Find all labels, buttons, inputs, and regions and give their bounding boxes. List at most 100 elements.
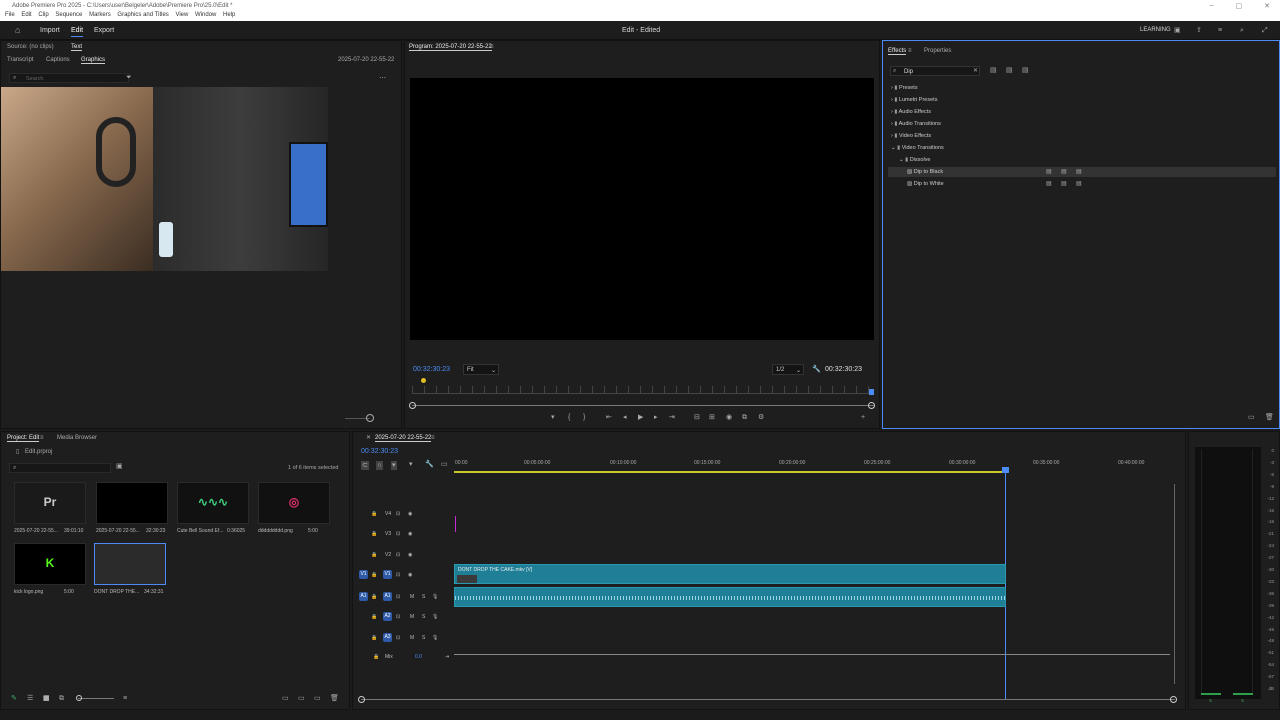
zoom-slider-handle[interactable] [366, 414, 374, 422]
panel-menu-icon[interactable]: ≡ [40, 435, 44, 441]
step-back-icon[interactable]: ◂ [623, 414, 627, 421]
effects-tree-row[interactable]: › ▮ Presets [891, 85, 918, 91]
mix-level-line[interactable] [454, 654, 1170, 655]
playhead-line[interactable] [1005, 468, 1006, 700]
mark-out-icon[interactable]: } [583, 414, 585, 421]
sort-icon[interactable]: ≡ [123, 695, 127, 702]
sync-lock-icon[interactable]: ⊡ [396, 531, 400, 537]
effects-tree-row[interactable]: ▨ Dip to Black ▤ ▤ ▤ [907, 169, 1082, 175]
add-marker-icon[interactable]: ▾ [391, 461, 397, 470]
tab-properties[interactable]: Properties [924, 48, 951, 54]
new-bin-icon[interactable]: ▭ [1248, 414, 1255, 421]
track-target-a1[interactable]: A1 [383, 592, 392, 601]
go-to-in-icon[interactable]: ⇤ [606, 414, 612, 421]
track-target-a2[interactable]: A2 [383, 612, 392, 621]
scroll-handle-left[interactable] [409, 402, 416, 409]
yuv-effects-icon[interactable]: ▤ [1022, 67, 1029, 74]
lock-icon[interactable]: 🔒 [371, 614, 377, 620]
eye-icon[interactable]: ◉ [408, 531, 412, 537]
solo-button[interactable]: S [422, 594, 425, 600]
program-ruler[interactable] [412, 386, 874, 394]
source-patch-v1[interactable]: V1 [359, 570, 368, 579]
playhead-handle[interactable] [1002, 467, 1009, 473]
program-monitor-title[interactable]: Program: 2025-07-20 22-55-22 [409, 44, 492, 51]
project-search-input[interactable]: ⌕ [9, 463, 111, 473]
menu-edit[interactable]: Edit [21, 12, 31, 18]
effects-tree-row[interactable]: ⌄ ▮ Video Transitions [891, 145, 944, 151]
pencil-icon[interactable]: ✎ [11, 695, 17, 702]
fit-select[interactable]: Fit ⌄ [463, 364, 499, 375]
track-target-v1[interactable]: V1 [383, 570, 392, 579]
filter-icon[interactable]: ⏷ [126, 74, 132, 81]
lock-icon[interactable]: 🔒 [371, 511, 377, 517]
thumbnail-size-slider[interactable] [78, 698, 114, 699]
project-item-thumbnail[interactable] [96, 482, 168, 524]
tab-edit[interactable]: Edit [71, 27, 84, 37]
lock-icon[interactable]: 🔒 [371, 572, 377, 578]
sync-lock-icon[interactable]: ⊡ [396, 635, 400, 641]
track-target-a3[interactable]: A3 [383, 633, 392, 642]
folder-icon[interactable]: ▭ [298, 695, 305, 702]
transition-icon[interactable]: ▨ [907, 169, 914, 175]
transition-icon[interactable]: ▨ [907, 181, 914, 187]
solo-left[interactable]: S [1209, 698, 1212, 703]
mix-go-to-icon[interactable]: ⇥ [445, 654, 449, 660]
compare-icon[interactable]: ⧉ [742, 414, 747, 421]
mute-button[interactable]: M [410, 635, 414, 641]
eye-icon[interactable]: ◉ [408, 552, 412, 558]
menu-window[interactable]: Window [195, 12, 216, 18]
menu-markers[interactable]: Markers [89, 12, 111, 18]
mark-in-icon[interactable]: { [568, 414, 570, 421]
add-button-icon[interactable]: + [861, 414, 865, 421]
search-icon[interactable]: ⌕ [1240, 27, 1244, 34]
project-item-thumbnail[interactable]: ◎ [258, 482, 330, 524]
tab-sequence[interactable]: 2025-07-20 22-55-22 [375, 435, 432, 442]
audio-clip-a1[interactable] [454, 587, 1006, 607]
scroll-handle-right[interactable] [868, 402, 875, 409]
video-clip-v1[interactable]: DONT DROP THE CAKE.mkv [V] [454, 564, 1006, 584]
captions-icon[interactable]: ▭ [441, 461, 448, 468]
track-name-v2[interactable]: V2 [385, 552, 391, 558]
timeline-scroll-right[interactable] [1170, 696, 1177, 703]
workspace-icon[interactable]: ▣ [1174, 27, 1181, 34]
play-icon[interactable]: ▶ [638, 414, 643, 421]
tab-effects[interactable]: Effects [888, 48, 907, 55]
32bit-effects-icon[interactable]: ▤ [1006, 67, 1013, 74]
menu-icon[interactable]: ≡ [1218, 27, 1222, 34]
sync-lock-icon[interactable]: ⊡ [396, 572, 400, 578]
menu-graphics[interactable]: Graphics and Titles [117, 12, 168, 18]
snap-icon[interactable]: ⊂ [361, 461, 369, 470]
effects-tree-row[interactable]: › ▮ Audio Effects [891, 109, 931, 115]
mute-button[interactable]: M [410, 614, 414, 620]
close-icon[interactable]: ✕ [366, 435, 371, 441]
mute-button[interactable]: M [410, 594, 414, 600]
lock-icon[interactable]: 🔒 [371, 552, 377, 558]
share-icon[interactable]: ⇪ [1196, 27, 1202, 34]
marker-icon[interactable]: ▾ [409, 461, 413, 468]
effects-tree-row[interactable]: › ▮ Video Effects [891, 133, 931, 139]
program-video-frame[interactable] [410, 78, 874, 340]
tab-captions[interactable]: Captions [46, 57, 70, 63]
delete-icon[interactable]: 🗑 [1265, 414, 1274, 421]
program-timecode-current[interactable]: 00:32:30:23 [413, 366, 450, 373]
tab-transcript[interactable]: Transcript [7, 57, 33, 63]
trash-icon[interactable]: 🗑 [330, 695, 339, 702]
wrench-icon[interactable]: 🔧 [425, 461, 434, 468]
step-forward-icon[interactable]: ▸ [654, 414, 658, 421]
source-label[interactable]: Source: (no clips) [7, 44, 54, 50]
menu-help[interactable]: Help [223, 12, 235, 18]
linked-selection-icon[interactable]: ∩ [376, 461, 384, 470]
project-item-thumbnail[interactable] [94, 543, 166, 585]
effects-tree-row[interactable]: ⌄ ▮ Dissolve [899, 157, 931, 163]
wrench-icon[interactable]: 🔧 [812, 366, 821, 373]
maximize-button[interactable]: ▢ [1236, 2, 1243, 10]
source-patch-a1[interactable]: A1 [359, 592, 368, 601]
settings-icon[interactable]: ⚙ [758, 414, 764, 421]
solo-button[interactable]: S [422, 635, 425, 641]
lock-icon[interactable]: 🔒 [371, 531, 377, 537]
effects-tree-row[interactable]: ▨ Dip to White ▤ ▤ ▤ [907, 181, 1082, 187]
new-bin-icon[interactable]: ▣ [116, 463, 123, 470]
clear-icon[interactable]: ✕ [973, 68, 978, 74]
project-item-thumbnail[interactable]: Pr [14, 482, 86, 524]
close-button[interactable]: ✕ [1264, 2, 1270, 10]
